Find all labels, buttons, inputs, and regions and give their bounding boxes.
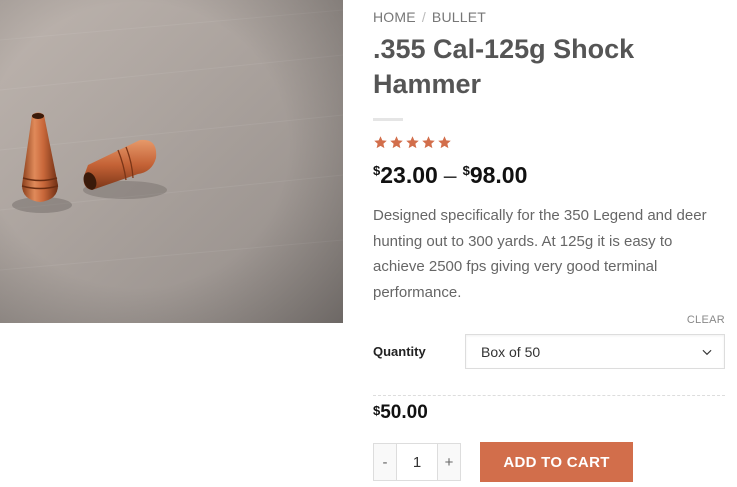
quantity-plus-button[interactable]: +: [437, 443, 461, 481]
variation-price: $50.00: [373, 402, 428, 424]
add-to-cart-button[interactable]: ADD TO CART: [480, 442, 633, 482]
product-description: Designed specifically for the 350 Legend…: [373, 207, 707, 301]
star-icon: [390, 136, 403, 149]
price-range: $23.00– $98.00: [373, 162, 527, 189]
star-icon: [374, 136, 387, 149]
product-image[interactable]: [0, 0, 343, 323]
currency-symbol: $: [462, 163, 470, 178]
quantity-option-select[interactable]: Box of 50: [465, 334, 725, 369]
price-dash: –: [443, 162, 457, 188]
star-icon: [406, 136, 419, 149]
selected-option: Box of 50: [481, 344, 541, 360]
star-icon: [422, 136, 435, 149]
currency-symbol: $: [373, 403, 381, 418]
product-title: .355 Cal-125g Shock Hammer: [373, 34, 635, 99]
breadcrumb-home-link[interactable]: HOME: [373, 9, 416, 25]
star-rating[interactable]: [373, 135, 452, 150]
variation-divider: [373, 395, 725, 396]
star-icon: [438, 136, 451, 149]
price-max: 98.00: [469, 162, 528, 188]
quantity-label: Quantity: [373, 344, 426, 359]
quantity-minus-button[interactable]: -: [373, 443, 397, 481]
breadcrumb-category-link[interactable]: BULLET: [432, 9, 486, 25]
quantity-input[interactable]: 1: [397, 443, 437, 481]
bullets-photo: [0, 0, 343, 323]
breadcrumb-separator: /: [421, 9, 426, 25]
breadcrumb: HOME / BULLET: [373, 9, 486, 25]
currency-symbol: $: [373, 163, 381, 178]
chevron-down-icon: [702, 349, 712, 356]
clear-variation-link[interactable]: CLEAR: [687, 314, 725, 326]
variation-price-value: 50.00: [380, 402, 428, 423]
price-min: 23.00: [380, 162, 438, 188]
title-divider: [373, 118, 403, 121]
quantity-stepper: - 1 +: [373, 443, 461, 481]
